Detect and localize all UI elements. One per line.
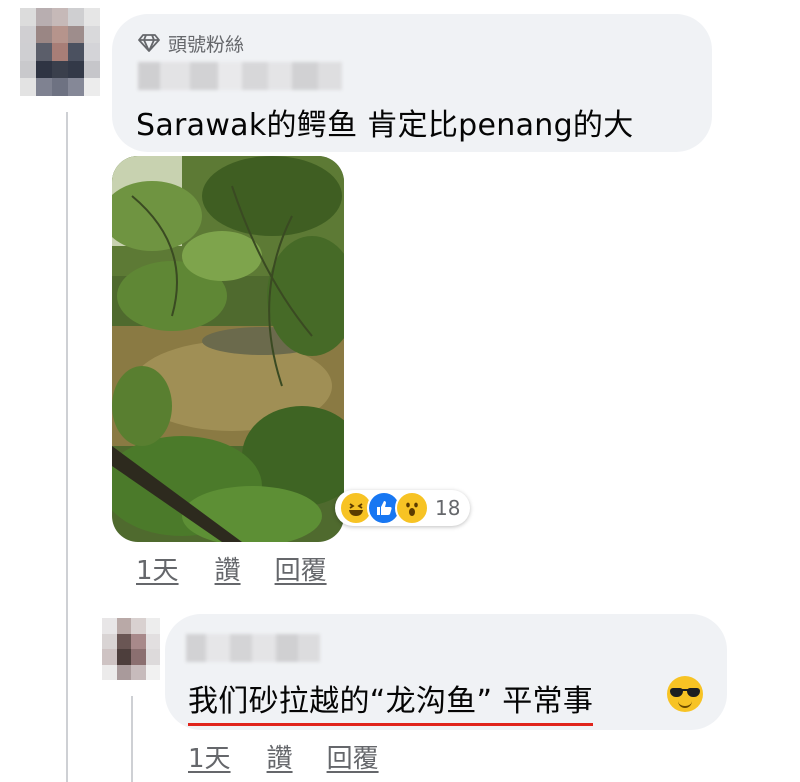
comment-actions: 1天 讚 回覆	[136, 550, 327, 587]
reply-actions: 1天 讚 回覆	[188, 738, 379, 775]
sunglasses-emoji-icon	[667, 676, 703, 712]
reply-avatar[interactable]	[102, 618, 160, 680]
reply-commenter-name[interactable]	[186, 634, 320, 662]
reply-reply-button[interactable]: 回覆	[327, 738, 379, 775]
reply-button[interactable]: 回覆	[275, 550, 327, 587]
reply-timestamp-link[interactable]: 1天	[188, 738, 231, 775]
avatar[interactable]	[20, 8, 100, 96]
reaction-summary[interactable]: 18	[335, 490, 471, 526]
commenter-name[interactable]	[138, 62, 342, 90]
crocodile-jungle-photo[interactable]	[112, 156, 344, 542]
top-fan-badge[interactable]: 頭號粉絲	[138, 28, 244, 58]
timestamp-link[interactable]: 1天	[136, 550, 179, 587]
reply-like-button[interactable]: 讚	[267, 738, 293, 775]
like-button[interactable]: 讚	[215, 550, 241, 587]
badge-label: 頭號粉絲	[168, 33, 245, 56]
reply-thread-line	[131, 696, 133, 782]
reply-text-content: 我们砂拉越的“龙沟鱼” 平常事	[188, 684, 594, 726]
reply-text: 我们砂拉越的“龙沟鱼” 平常事	[188, 676, 594, 726]
thread-line	[66, 112, 68, 782]
wow-reaction-icon	[395, 491, 429, 525]
comment-text: Sarawak的鳄鱼 肯定比penang的大	[136, 108, 634, 143]
reaction-count: 18	[435, 496, 461, 520]
diamond-icon	[138, 33, 160, 53]
